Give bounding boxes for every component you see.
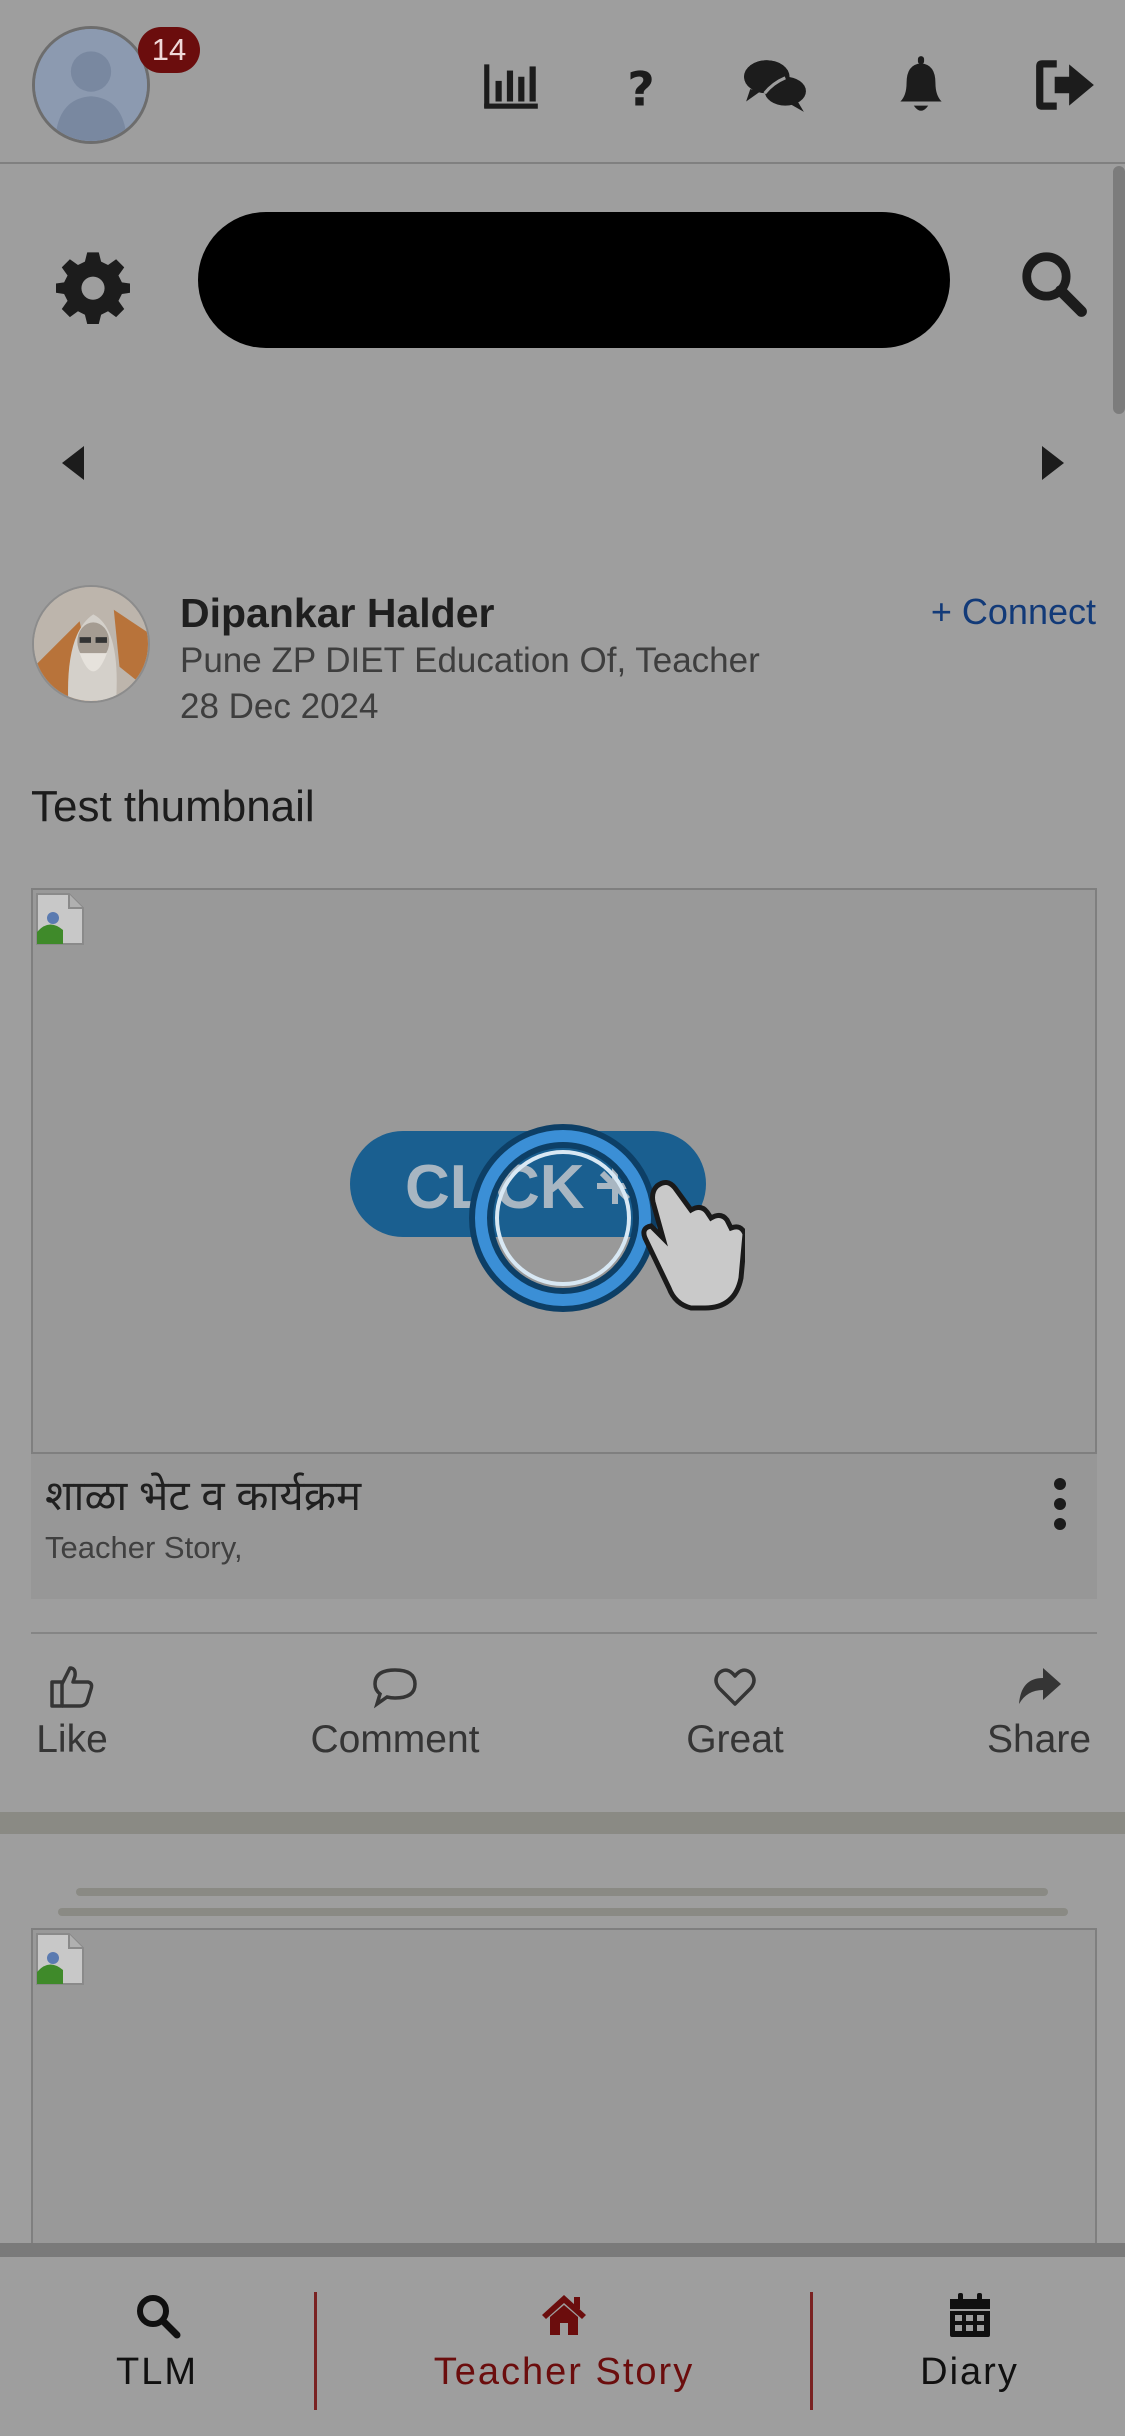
great-button[interactable]: Great bbox=[680, 1662, 790, 1782]
great-label: Great bbox=[686, 1718, 784, 1761]
media-title: शाळा भेट व कार्यक्रम bbox=[45, 1472, 362, 1519]
nav-item-teacher-story[interactable]: Teacher Story bbox=[318, 2257, 810, 2436]
nav-divider bbox=[314, 2292, 317, 2410]
share-icon bbox=[1015, 1662, 1063, 1710]
comment-label: Comment bbox=[310, 1718, 480, 1761]
bell-icon[interactable] bbox=[888, 52, 954, 118]
user-avatar[interactable] bbox=[32, 26, 150, 144]
comment-button[interactable]: Comment bbox=[300, 1662, 490, 1782]
search-icon bbox=[133, 2291, 181, 2339]
bottom-nav: TLM Teacher Story Diary bbox=[0, 2257, 1125, 2436]
chat-icon[interactable] bbox=[742, 52, 808, 118]
comment-icon bbox=[371, 1662, 419, 1710]
search-icon[interactable] bbox=[1018, 248, 1088, 318]
nav-label-diary: Diary bbox=[920, 2351, 1019, 2393]
like-label: Like bbox=[36, 1718, 108, 1761]
chart-icon[interactable] bbox=[478, 52, 544, 118]
help-icon[interactable]: ? bbox=[608, 52, 674, 118]
author-name[interactable]: Dipankar Halder bbox=[180, 590, 494, 637]
share-button[interactable]: Share bbox=[982, 1662, 1096, 1782]
notification-count-badge: 14 bbox=[138, 27, 200, 73]
top-bar: 14 ? bbox=[0, 0, 1125, 164]
media-caption[interactable]: शाळा भेट व कार्यक्रम Teacher Story, bbox=[31, 1454, 1097, 1599]
home-icon bbox=[540, 2291, 588, 2339]
more-options-icon[interactable] bbox=[1045, 1474, 1075, 1534]
connect-button[interactable]: + Connect bbox=[931, 591, 1096, 633]
broken-image-icon bbox=[35, 892, 85, 946]
carousel-next-arrow-icon[interactable] bbox=[1028, 438, 1078, 488]
share-label: Share bbox=[986, 1718, 1092, 1761]
logout-icon[interactable] bbox=[1032, 52, 1098, 118]
media-subtitle: Teacher Story, bbox=[45, 1530, 243, 1565]
carousel-prev-arrow-icon[interactable] bbox=[48, 438, 98, 488]
broken-image-icon bbox=[35, 1932, 85, 1986]
nav-label-tlm: TLM bbox=[116, 2351, 198, 2393]
nav-item-diary[interactable]: Diary bbox=[814, 2257, 1125, 2436]
scrollbar-thumb[interactable] bbox=[1113, 166, 1125, 414]
like-button[interactable]: Like bbox=[31, 1662, 113, 1782]
nav-item-tlm[interactable]: TLM bbox=[0, 2257, 314, 2436]
settings-gear-icon[interactable] bbox=[56, 250, 130, 324]
post-date: 28 Dec 2024 bbox=[180, 687, 379, 726]
heart-icon bbox=[711, 1662, 759, 1710]
nav-shadow bbox=[0, 2243, 1125, 2257]
post-text: Test thumbnail bbox=[31, 782, 315, 831]
search-input[interactable] bbox=[198, 212, 950, 348]
calendar-icon bbox=[946, 2291, 994, 2339]
post-separator bbox=[0, 1812, 1125, 1834]
nav-label-teacher-story: Teacher Story bbox=[433, 2351, 695, 2393]
card-stack-line bbox=[76, 1888, 1048, 1896]
next-post-media[interactable] bbox=[31, 1928, 1097, 2248]
thumbs-up-icon bbox=[48, 1662, 96, 1710]
click-here-graphic[interactable]: CL CK bbox=[345, 1108, 745, 1338]
card-stack-line bbox=[58, 1908, 1068, 1916]
nav-divider bbox=[810, 2292, 813, 2410]
svg-text:?: ? bbox=[627, 63, 655, 118]
author-role: Pune ZP DIET Education Of, Teacher bbox=[180, 641, 760, 680]
post-divider bbox=[31, 1632, 1097, 1634]
author-avatar[interactable] bbox=[32, 585, 150, 703]
